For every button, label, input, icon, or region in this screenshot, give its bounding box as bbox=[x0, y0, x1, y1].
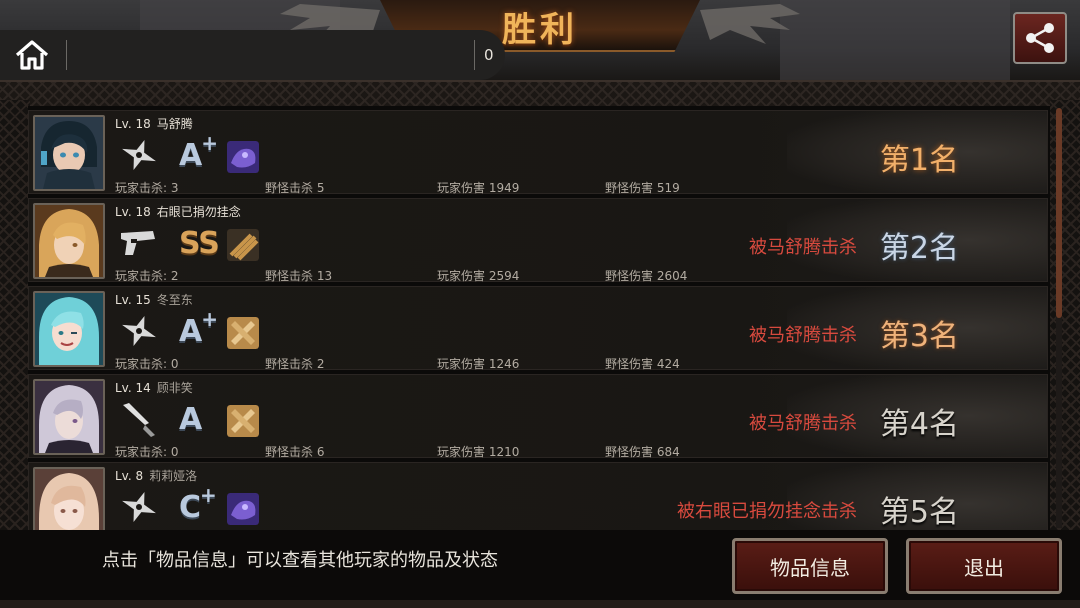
player-level-name: Lv. 15 冬至东 bbox=[115, 291, 193, 308]
player-level: Lv. 18 bbox=[115, 117, 151, 131]
grade-badge: C+ bbox=[179, 483, 217, 525]
player-level: Lv. 14 bbox=[115, 381, 151, 395]
player-level: Lv. 15 bbox=[115, 293, 151, 307]
monster-damage: 野怪伤害 424 bbox=[605, 357, 680, 371]
items-info-button[interactable]: 物品信息 bbox=[732, 538, 888, 594]
player-damage: 玩家伤害 2594 bbox=[437, 269, 520, 283]
monster-kills: 野怪击杀 2 bbox=[265, 357, 325, 371]
grade-letter: A bbox=[179, 402, 202, 437]
grade-plus: + bbox=[201, 131, 218, 155]
scrollbar-thumb[interactable] bbox=[1056, 108, 1062, 318]
player-name: 顾非笑 bbox=[156, 381, 193, 395]
player-level-name: Lv. 14 顾非笑 bbox=[115, 379, 193, 396]
player-row[interactable]: Lv. 8 莉莉娅洛 C+ 被右眼已捐勿挂念击杀 第5名 bbox=[28, 462, 1048, 530]
grade-badge: A+ bbox=[179, 307, 218, 349]
grade-letter: SS bbox=[179, 226, 220, 261]
score-value: 0 bbox=[484, 46, 494, 64]
player-avatar bbox=[33, 291, 105, 367]
right-gun-wing-icon bbox=[700, 4, 800, 44]
rank-label: 第1名 bbox=[879, 143, 959, 178]
decorative-lattice-border bbox=[0, 80, 1080, 108]
player-level-name: Lv. 18 右眼已捐勿挂念 bbox=[115, 203, 241, 220]
player-kills: 玩家击杀: 0 bbox=[115, 357, 179, 371]
player-row[interactable]: Lv. 18 右眼已捐勿挂念 SS 玩家击杀: 2 野怪击杀 13 玩家伤害 25… bbox=[28, 198, 1048, 283]
grade-badge: SS bbox=[179, 223, 220, 261]
grade-badge: A bbox=[179, 399, 202, 437]
grade-plus: + bbox=[201, 307, 218, 331]
home-button[interactable] bbox=[6, 34, 58, 76]
player-kills: 玩家击杀: 0 bbox=[115, 445, 179, 459]
killed-by: 被马舒腾击杀 bbox=[749, 325, 857, 346]
rank-label: 第4名 bbox=[879, 407, 959, 442]
monster-kills: 野怪击杀 6 bbox=[265, 445, 325, 459]
player-avatar bbox=[33, 115, 105, 191]
killed-by: 被马舒腾击杀 bbox=[749, 413, 857, 434]
player-name: 莉莉娅洛 bbox=[149, 469, 198, 483]
player-kills: 玩家击杀: 2 bbox=[115, 269, 179, 283]
decorative-lattice-left bbox=[0, 100, 30, 530]
exit-button[interactable]: 退出 bbox=[906, 538, 1062, 594]
player-avatar bbox=[33, 379, 105, 455]
knife-icon bbox=[123, 403, 155, 437]
killed-by: 被马舒腾击杀 bbox=[749, 237, 857, 258]
ammo-box-icon bbox=[227, 229, 259, 261]
results-scrollbar[interactable] bbox=[1056, 108, 1062, 528]
monster-kills: 野怪击杀 13 bbox=[265, 269, 333, 283]
grade-badge: A+ bbox=[179, 131, 218, 173]
bandage-icon bbox=[227, 317, 259, 349]
rank-label: 第3名 bbox=[879, 319, 959, 354]
rank-label: 第2名 bbox=[879, 231, 959, 266]
monster-damage: 野怪伤害 519 bbox=[605, 181, 680, 195]
player-damage: 玩家伤害 1246 bbox=[437, 357, 520, 371]
share-button[interactable] bbox=[1013, 12, 1067, 64]
player-avatar bbox=[33, 203, 105, 279]
hint-text: 点击「物品信息」可以查看其他玩家的物品及状态 bbox=[102, 550, 498, 571]
player-level-name: Lv. 18 马舒腾 bbox=[115, 115, 193, 132]
shuriken-icon bbox=[122, 491, 156, 523]
bottom-border bbox=[0, 600, 1080, 608]
grade-letter: A bbox=[179, 314, 202, 349]
monster-kills: 野怪击杀 5 bbox=[265, 181, 325, 195]
home-icon bbox=[15, 40, 49, 70]
results-list[interactable]: Lv. 18 马舒腾 A+ 玩家击杀: 3 野怪击杀 5 玩家伤害 1949 野怪… bbox=[28, 106, 1050, 530]
grade-letter: C bbox=[179, 490, 201, 525]
player-level-name: Lv. 8 莉莉娅洛 bbox=[115, 467, 197, 484]
purple-chip-icon bbox=[227, 493, 259, 525]
player-damage: 玩家伤害 1210 bbox=[437, 445, 520, 459]
pistol-icon bbox=[121, 231, 155, 255]
shuriken-icon bbox=[122, 139, 156, 171]
player-avatar bbox=[33, 467, 105, 530]
top-status-bar bbox=[0, 30, 505, 80]
decorative-lattice-right bbox=[1050, 100, 1080, 530]
rank-label: 第5名 bbox=[879, 495, 959, 530]
share-icon bbox=[1026, 23, 1054, 53]
player-level: Lv. 18 bbox=[115, 205, 151, 219]
shuriken-icon bbox=[122, 315, 156, 347]
building-silhouette bbox=[780, 0, 1010, 80]
divider bbox=[474, 40, 475, 70]
player-damage: 玩家伤害 1949 bbox=[437, 181, 520, 195]
killed-by: 被右眼已捐勿挂念击杀 bbox=[677, 501, 857, 522]
player-name: 马舒腾 bbox=[156, 117, 193, 131]
player-name: 冬至东 bbox=[156, 293, 193, 307]
player-kills: 玩家击杀: 3 bbox=[115, 181, 179, 195]
monster-damage: 野怪伤害 684 bbox=[605, 445, 680, 459]
bandage-icon bbox=[227, 405, 259, 437]
grade-letter: A bbox=[179, 138, 202, 173]
player-name: 右眼已捐勿挂念 bbox=[156, 205, 241, 219]
grade-plus: + bbox=[200, 483, 217, 507]
purple-chip-icon bbox=[227, 141, 259, 173]
player-row[interactable]: Lv. 18 马舒腾 A+ 玩家击杀: 3 野怪击杀 5 玩家伤害 1949 野怪… bbox=[28, 110, 1048, 195]
divider bbox=[66, 40, 67, 70]
player-row[interactable]: Lv. 15 冬至东 A+ 玩家击杀: 0 野怪击杀 2 玩家伤害 1246 野怪… bbox=[28, 286, 1048, 371]
player-level: Lv. 8 bbox=[115, 469, 144, 483]
monster-damage: 野怪伤害 2604 bbox=[605, 269, 688, 283]
player-row[interactable]: Lv. 14 顾非笑 A 玩家击杀: 0 野怪击杀 6 玩家伤害 1210 野怪伤… bbox=[28, 374, 1048, 459]
